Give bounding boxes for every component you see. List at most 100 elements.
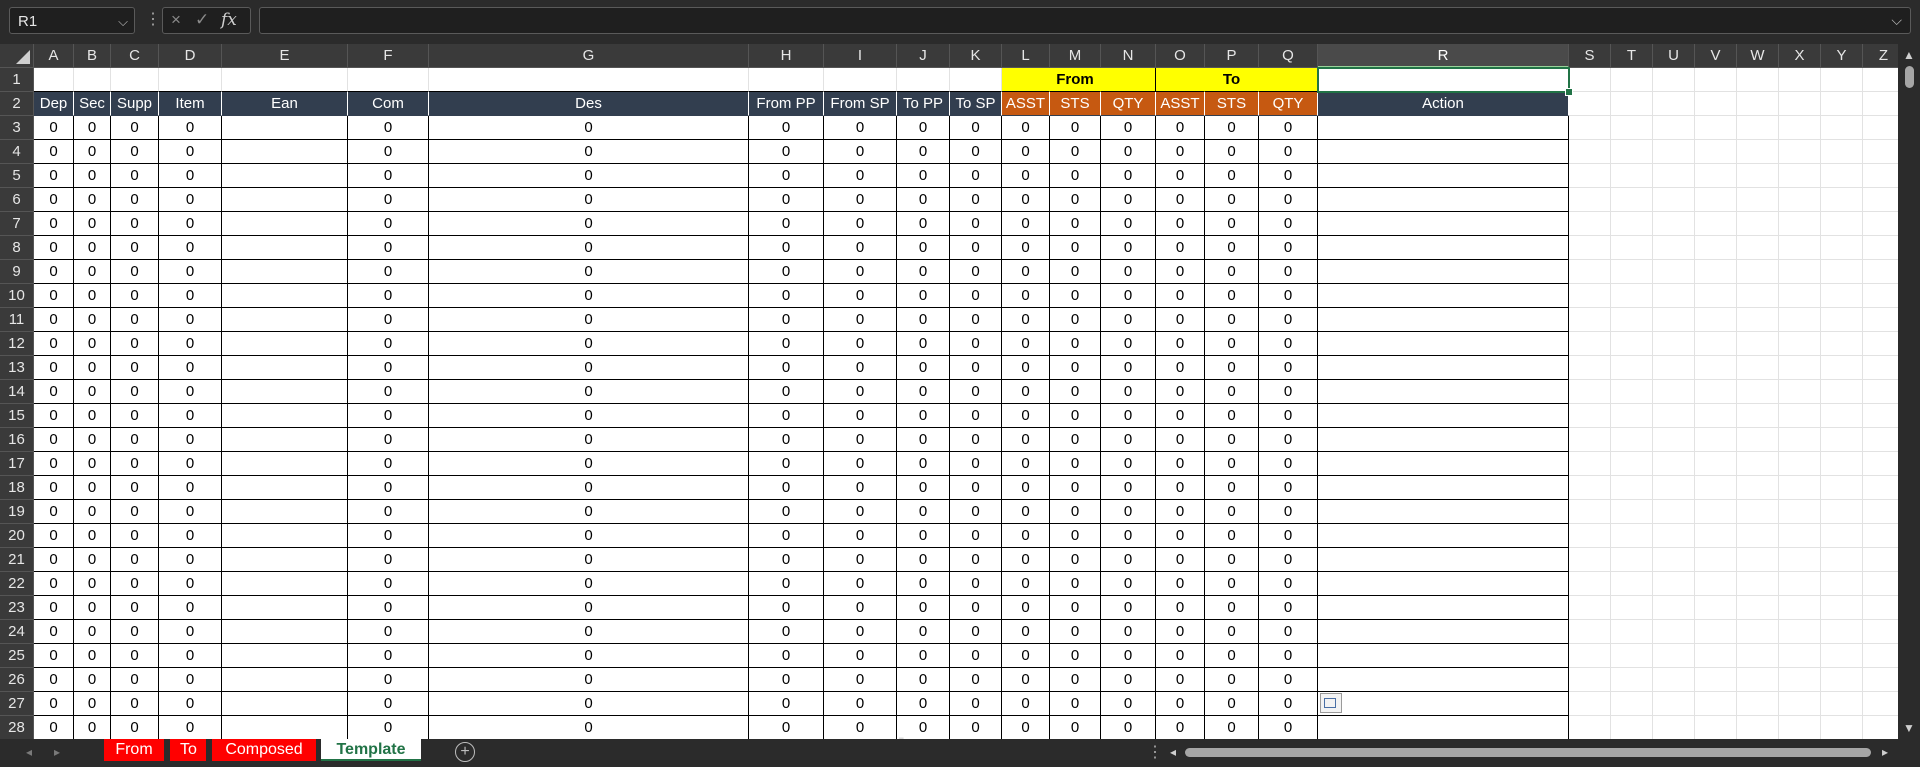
cell-d26[interactable]: 0 [159, 668, 222, 692]
cell-y21[interactable] [1821, 548, 1863, 572]
cell-i6[interactable]: 0 [824, 188, 897, 212]
cell-g18[interactable]: 0 [429, 476, 749, 500]
cell-d24[interactable]: 0 [159, 620, 222, 644]
cell-a27[interactable]: 0 [34, 692, 74, 716]
cell-m6[interactable]: 0 [1050, 188, 1101, 212]
cell-p16[interactable]: 0 [1205, 428, 1259, 452]
cell-w17[interactable] [1737, 452, 1779, 476]
cell-g27[interactable]: 0 [429, 692, 749, 716]
cell-m14[interactable]: 0 [1050, 380, 1101, 404]
cell-s10[interactable] [1569, 284, 1611, 308]
cell-x1[interactable] [1779, 68, 1821, 92]
cell-n20[interactable]: 0 [1101, 524, 1156, 548]
column-header-s[interactable]: S [1569, 44, 1611, 68]
cell-l19[interactable]: 0 [1002, 500, 1050, 524]
cell-h28[interactable]: 0 [749, 716, 824, 739]
column-header-w[interactable]: W [1737, 44, 1779, 68]
cell-w9[interactable] [1737, 260, 1779, 284]
cell-f22[interactable]: 0 [348, 572, 429, 596]
cell-j14[interactable]: 0 [897, 380, 950, 404]
cell-k7[interactable]: 0 [950, 212, 1002, 236]
cell-w15[interactable] [1737, 404, 1779, 428]
cell-a5[interactable]: 0 [34, 164, 74, 188]
cell-x13[interactable] [1779, 356, 1821, 380]
cell-m12[interactable]: 0 [1050, 332, 1101, 356]
cell-e9[interactable] [222, 260, 348, 284]
cell-t4[interactable] [1611, 140, 1653, 164]
cell-g5[interactable]: 0 [429, 164, 749, 188]
cell-d3[interactable]: 0 [159, 116, 222, 140]
cell-f6[interactable]: 0 [348, 188, 429, 212]
cell-v8[interactable] [1695, 236, 1737, 260]
cell-a24[interactable]: 0 [34, 620, 74, 644]
cell-r7[interactable] [1318, 212, 1569, 236]
cell-h23[interactable]: 0 [749, 596, 824, 620]
cell-j18[interactable]: 0 [897, 476, 950, 500]
cell-y13[interactable] [1821, 356, 1863, 380]
cell-x10[interactable] [1779, 284, 1821, 308]
cell-k15[interactable]: 0 [950, 404, 1002, 428]
cell-e14[interactable] [222, 380, 348, 404]
cell-g1[interactable] [429, 68, 749, 92]
cell-o1[interactable] [1156, 68, 1205, 92]
cell-y28[interactable] [1821, 716, 1863, 739]
cell-s19[interactable] [1569, 500, 1611, 524]
cell-n9[interactable]: 0 [1101, 260, 1156, 284]
cell-p4[interactable]: 0 [1205, 140, 1259, 164]
cell-z13[interactable] [1863, 356, 1898, 380]
cell-i23[interactable]: 0 [824, 596, 897, 620]
cell-x26[interactable] [1779, 668, 1821, 692]
group-header-to[interactable]: To [1205, 68, 1259, 92]
cell-c21[interactable]: 0 [111, 548, 159, 572]
cell-k23[interactable]: 0 [950, 596, 1002, 620]
cell-h5[interactable]: 0 [749, 164, 824, 188]
cell-t3[interactable] [1611, 116, 1653, 140]
cell-p18[interactable]: 0 [1205, 476, 1259, 500]
cell-q6[interactable]: 0 [1259, 188, 1318, 212]
cell-b14[interactable]: 0 [74, 380, 111, 404]
cell-j28[interactable]: 0 [897, 716, 950, 739]
cell-h20[interactable]: 0 [749, 524, 824, 548]
cell-e27[interactable] [222, 692, 348, 716]
cell-p26[interactable]: 0 [1205, 668, 1259, 692]
vertical-scroll-thumb[interactable] [1905, 66, 1914, 88]
cell-q23[interactable]: 0 [1259, 596, 1318, 620]
row-header-17[interactable]: 17 [0, 452, 34, 476]
cell-e20[interactable] [222, 524, 348, 548]
cell-d28[interactable]: 0 [159, 716, 222, 739]
cell-c10[interactable]: 0 [111, 284, 159, 308]
column-header-x[interactable]: X [1779, 44, 1821, 68]
cell-t5[interactable] [1611, 164, 1653, 188]
cell-l23[interactable]: 0 [1002, 596, 1050, 620]
cell-u11[interactable] [1653, 308, 1695, 332]
scroll-up-icon[interactable]: ▲ [1903, 48, 1915, 62]
cell-b5[interactable]: 0 [74, 164, 111, 188]
row-header-3[interactable]: 3 [0, 116, 34, 140]
column-header-a[interactable]: A [34, 44, 74, 68]
cell-d5[interactable]: 0 [159, 164, 222, 188]
cell-t17[interactable] [1611, 452, 1653, 476]
cell-n12[interactable]: 0 [1101, 332, 1156, 356]
cell-c5[interactable]: 0 [111, 164, 159, 188]
cell-p14[interactable]: 0 [1205, 380, 1259, 404]
cell-c4[interactable]: 0 [111, 140, 159, 164]
cell-v23[interactable] [1695, 596, 1737, 620]
cell-d15[interactable]: 0 [159, 404, 222, 428]
column-header-f[interactable]: F [348, 44, 429, 68]
cell-v5[interactable] [1695, 164, 1737, 188]
cell-o5[interactable]: 0 [1156, 164, 1205, 188]
cell-w20[interactable] [1737, 524, 1779, 548]
column-header-c[interactable]: C [111, 44, 159, 68]
cell-o26[interactable]: 0 [1156, 668, 1205, 692]
cell-o21[interactable]: 0 [1156, 548, 1205, 572]
cell-a26[interactable]: 0 [34, 668, 74, 692]
cell-s24[interactable] [1569, 620, 1611, 644]
cell-h3[interactable]: 0 [749, 116, 824, 140]
cell-c16[interactable]: 0 [111, 428, 159, 452]
formula-input[interactable]: ⌵ [259, 7, 1911, 34]
cell-v4[interactable] [1695, 140, 1737, 164]
cell-c7[interactable]: 0 [111, 212, 159, 236]
cell-v19[interactable] [1695, 500, 1737, 524]
cell-a20[interactable]: 0 [34, 524, 74, 548]
cell-n6[interactable]: 0 [1101, 188, 1156, 212]
